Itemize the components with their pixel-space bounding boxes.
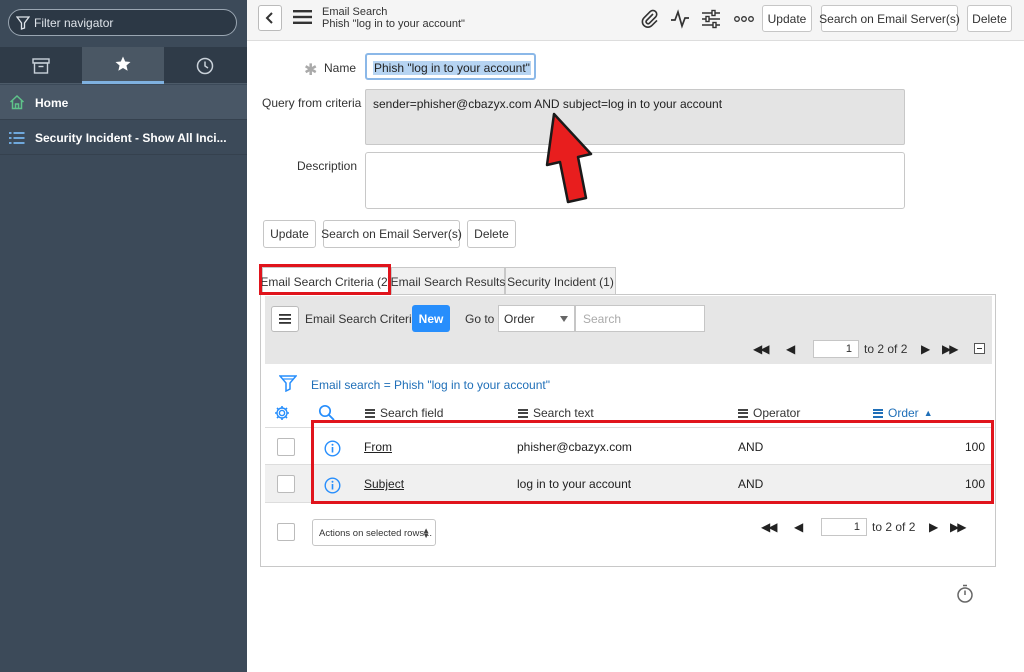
nav-item-home-label: Home — [35, 96, 69, 110]
column-header-label: Search field — [380, 406, 444, 420]
tab-all-applications[interactable] — [0, 47, 82, 84]
archive-icon — [32, 57, 50, 74]
search-email-server-button[interactable]: Search on Email Server(s) — [321, 220, 462, 248]
list-search-input[interactable] — [575, 305, 705, 332]
application-navigator: Filter navigator Home Security Incident … — [0, 0, 247, 672]
go-to-field-select[interactable]: Order — [498, 305, 575, 332]
row-checkbox[interactable] — [277, 475, 295, 493]
list-context-menu-button[interactable] — [271, 306, 299, 332]
last-page-icon[interactable]: ▶▶ — [950, 520, 967, 534]
column-header-label: Operator — [753, 406, 801, 420]
annotation-highlight-tab — [259, 264, 391, 295]
back-button[interactable] — [258, 5, 282, 31]
page-number-input[interactable]: 1 — [821, 518, 867, 536]
go-to-field-value: Order — [504, 312, 535, 326]
header-search-email-server-button[interactable]: Search on Email Server(s) — [819, 5, 960, 32]
column-menu-icon[interactable] — [365, 408, 375, 418]
more-options-icon[interactable] — [734, 15, 754, 23]
next-page-icon[interactable]: ▶ — [921, 342, 930, 356]
name-label: Name — [324, 61, 357, 75]
tab-favorites[interactable] — [82, 47, 164, 84]
tab-security-incident[interactable]: Security Incident (1) — [505, 267, 616, 295]
column-header-order[interactable]: Order ▲ — [873, 406, 933, 420]
actions-on-selected-rows-select[interactable]: Actions on selected rows... ▲ ▼ — [312, 519, 436, 546]
dropdown-arrow-icon — [560, 316, 568, 322]
personalize-gear-icon[interactable] — [274, 405, 290, 421]
tab-history[interactable] — [164, 47, 246, 84]
column-menu-icon[interactable] — [873, 408, 883, 418]
nav-item-security-incident[interactable]: Security Incident - Show All Inci... — [0, 121, 247, 155]
header-update-button[interactable]: Update — [762, 5, 812, 32]
description-field[interactable] — [365, 152, 905, 209]
column-header-label: Order — [888, 406, 919, 420]
record-name: Phish "log in to your account" — [322, 18, 465, 30]
column-header-label: Search text — [533, 406, 594, 420]
last-page-icon[interactable]: ▶▶ — [942, 342, 959, 356]
column-header-search-field[interactable]: Search field — [365, 406, 443, 420]
collapse-list-icon[interactable] — [974, 343, 985, 354]
updown-arrow-icon: ▲ ▼ — [422, 526, 430, 540]
nav-item-security-incident-label: Security Incident - Show All Inci... — [35, 131, 227, 145]
description-label: Description — [297, 159, 358, 173]
home-icon — [9, 94, 25, 110]
column-menu-icon[interactable] — [518, 408, 528, 418]
page-total: to 2 of 2 — [864, 342, 908, 356]
query-from-criteria-field: sender=phisher@cbazyx.com AND subject=lo… — [365, 89, 905, 145]
filter-navigator-input[interactable]: Filter navigator — [8, 9, 237, 36]
settings-sliders-icon[interactable] — [701, 9, 721, 29]
record-type: Email Search — [322, 6, 388, 18]
list-icon — [9, 132, 25, 144]
filter-icon — [16, 16, 30, 30]
sort-ascending-icon: ▲ — [923, 408, 933, 418]
activity-icon[interactable] — [670, 9, 690, 29]
first-page-icon[interactable]: ◀◀ — [761, 520, 778, 534]
filter-breadcrumb[interactable]: Email search = Phish "log in to your acc… — [311, 378, 550, 392]
column-header-operator[interactable]: Operator — [738, 406, 800, 420]
actions-on-selected-rows-label: Actions on selected rows... — [319, 528, 432, 539]
form-header: Email Search Phish "log in to your accou… — [247, 0, 1024, 41]
header-delete-button[interactable]: Delete — [967, 5, 1012, 32]
new-button[interactable]: New — [412, 305, 450, 332]
column-menu-icon[interactable] — [738, 408, 748, 418]
paperclip-icon[interactable] — [641, 9, 659, 29]
funnel-icon[interactable] — [279, 374, 297, 392]
query-from-criteria-value: sender=phisher@cbazyx.com AND subject=lo… — [373, 97, 723, 111]
previous-page-icon[interactable]: ◀ — [794, 520, 803, 534]
tab-email-search-results[interactable]: Email Search Results — [391, 267, 505, 295]
annotation-arrow-icon — [545, 112, 593, 204]
nav-item-home[interactable]: Home — [0, 85, 247, 120]
name-field[interactable]: Phish "log in to your account" — [365, 53, 536, 80]
filter-navigator-placeholder: Filter navigator — [34, 16, 114, 30]
select-all-checkbox[interactable] — [277, 523, 295, 541]
response-time-icon[interactable] — [956, 584, 974, 604]
go-to-label: Go to — [465, 312, 495, 326]
form-context-menu-icon[interactable] — [293, 9, 313, 25]
column-header-search-text[interactable]: Search text — [518, 406, 594, 420]
page-total: to 2 of 2 — [872, 520, 916, 534]
update-button[interactable]: Update — [263, 220, 316, 248]
next-page-icon[interactable]: ▶ — [929, 520, 938, 534]
row-checkbox[interactable] — [277, 438, 295, 456]
star-icon — [115, 56, 131, 71]
first-page-icon[interactable]: ◀◀ — [753, 342, 770, 356]
query-from-criteria-label: Query from criteria — [262, 96, 362, 110]
annotation-highlight-rows — [311, 420, 994, 504]
navigator-tabs — [0, 47, 247, 84]
name-field-value: Phish "log in to your account" — [373, 61, 531, 75]
delete-button[interactable]: Delete — [467, 220, 516, 248]
clock-icon — [196, 57, 214, 74]
previous-page-icon[interactable]: ◀ — [786, 342, 795, 356]
list-title: Email Search Criteria — [305, 312, 419, 326]
chevron-left-icon — [265, 12, 273, 24]
search-icon[interactable] — [318, 404, 335, 421]
hamburger-icon — [279, 314, 291, 324]
mandatory-indicator: ✱ — [304, 62, 318, 79]
page-number-input[interactable]: 1 — [813, 340, 859, 358]
